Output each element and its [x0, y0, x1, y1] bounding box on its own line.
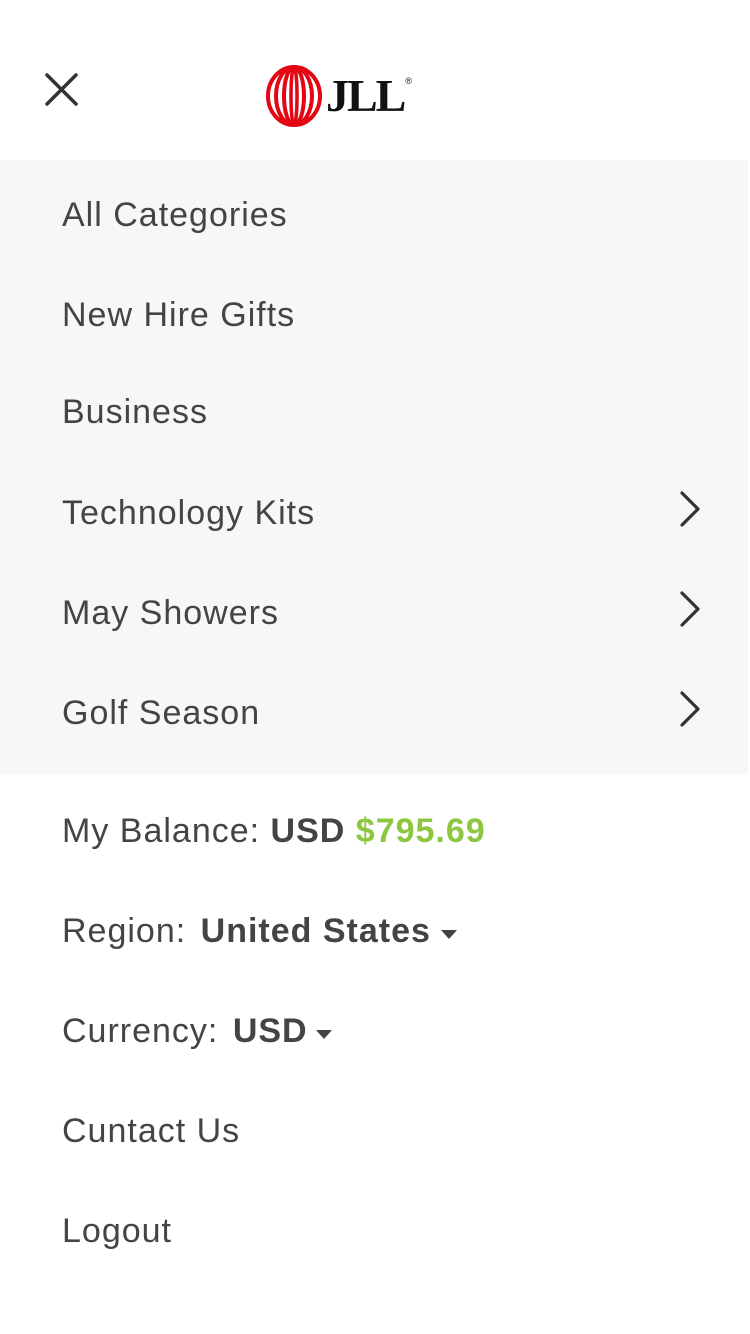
- category-item-business[interactable]: Business: [0, 392, 748, 492]
- category-item-new-hire-gifts[interactable]: New Hire Gifts: [0, 295, 748, 395]
- balance-row: My Balance: USD $795.69: [0, 811, 748, 911]
- logo-text: JLL: [326, 70, 406, 121]
- category-label: Business: [62, 393, 208, 431]
- balance-amount: $795.69: [355, 812, 486, 850]
- category-item-all-categories[interactable]: All Categories: [0, 195, 748, 295]
- contact-us-link[interactable]: Cuntact Us: [0, 1111, 748, 1211]
- logo-registered-mark: ®: [405, 76, 413, 86]
- currency-label: Currency:: [62, 1012, 219, 1050]
- region-text: Region: United States: [62, 911, 457, 951]
- chevron-right-icon: [680, 591, 700, 627]
- currency-row: Currency: USD: [0, 1011, 748, 1111]
- caret-down-icon: [440, 929, 457, 939]
- logout-link[interactable]: Logout: [0, 1211, 748, 1311]
- region-label: Region:: [62, 912, 187, 950]
- balance-text: My Balance: USD $795.69: [62, 811, 486, 851]
- currency-select[interactable]: USD: [233, 1012, 332, 1050]
- jll-logo-mark-icon: [266, 65, 322, 127]
- category-item-may-showers[interactable]: May Showers: [0, 591, 748, 693]
- balance-label: My Balance:: [62, 812, 261, 850]
- close-button[interactable]: [40, 68, 84, 112]
- category-label: Golf Season: [62, 694, 261, 732]
- category-label: All Categories: [62, 196, 288, 234]
- category-item-technology-kits[interactable]: Technology Kits: [0, 491, 748, 593]
- logout-label: Logout: [62, 1212, 172, 1250]
- caret-down-icon: [315, 1029, 332, 1039]
- close-icon: [45, 73, 78, 106]
- category-label: Technology Kits: [62, 494, 316, 532]
- region-value: United States: [200, 912, 431, 950]
- chevron-right-icon: [680, 491, 700, 527]
- contact-us-label: Cuntact Us: [62, 1112, 241, 1150]
- menu-header: JLL ®: [0, 0, 750, 160]
- category-list: All Categories New Hire Gifts Business T…: [0, 160, 748, 774]
- balance-currency: USD: [270, 812, 346, 850]
- currency-text: Currency: USD: [62, 1011, 332, 1051]
- side-menu-screen: JLL ® All Categories New Hire Gifts Busi…: [0, 0, 750, 1334]
- jll-logo[interactable]: JLL ®: [266, 64, 412, 128]
- chevron-right-icon: [680, 691, 700, 727]
- region-row: Region: United States: [0, 911, 748, 1011]
- category-item-golf-season[interactable]: Golf Season: [0, 691, 748, 793]
- category-label: May Showers: [62, 594, 279, 632]
- currency-value: USD: [232, 1012, 308, 1050]
- region-select[interactable]: United States: [201, 912, 457, 950]
- category-label: New Hire Gifts: [62, 296, 296, 334]
